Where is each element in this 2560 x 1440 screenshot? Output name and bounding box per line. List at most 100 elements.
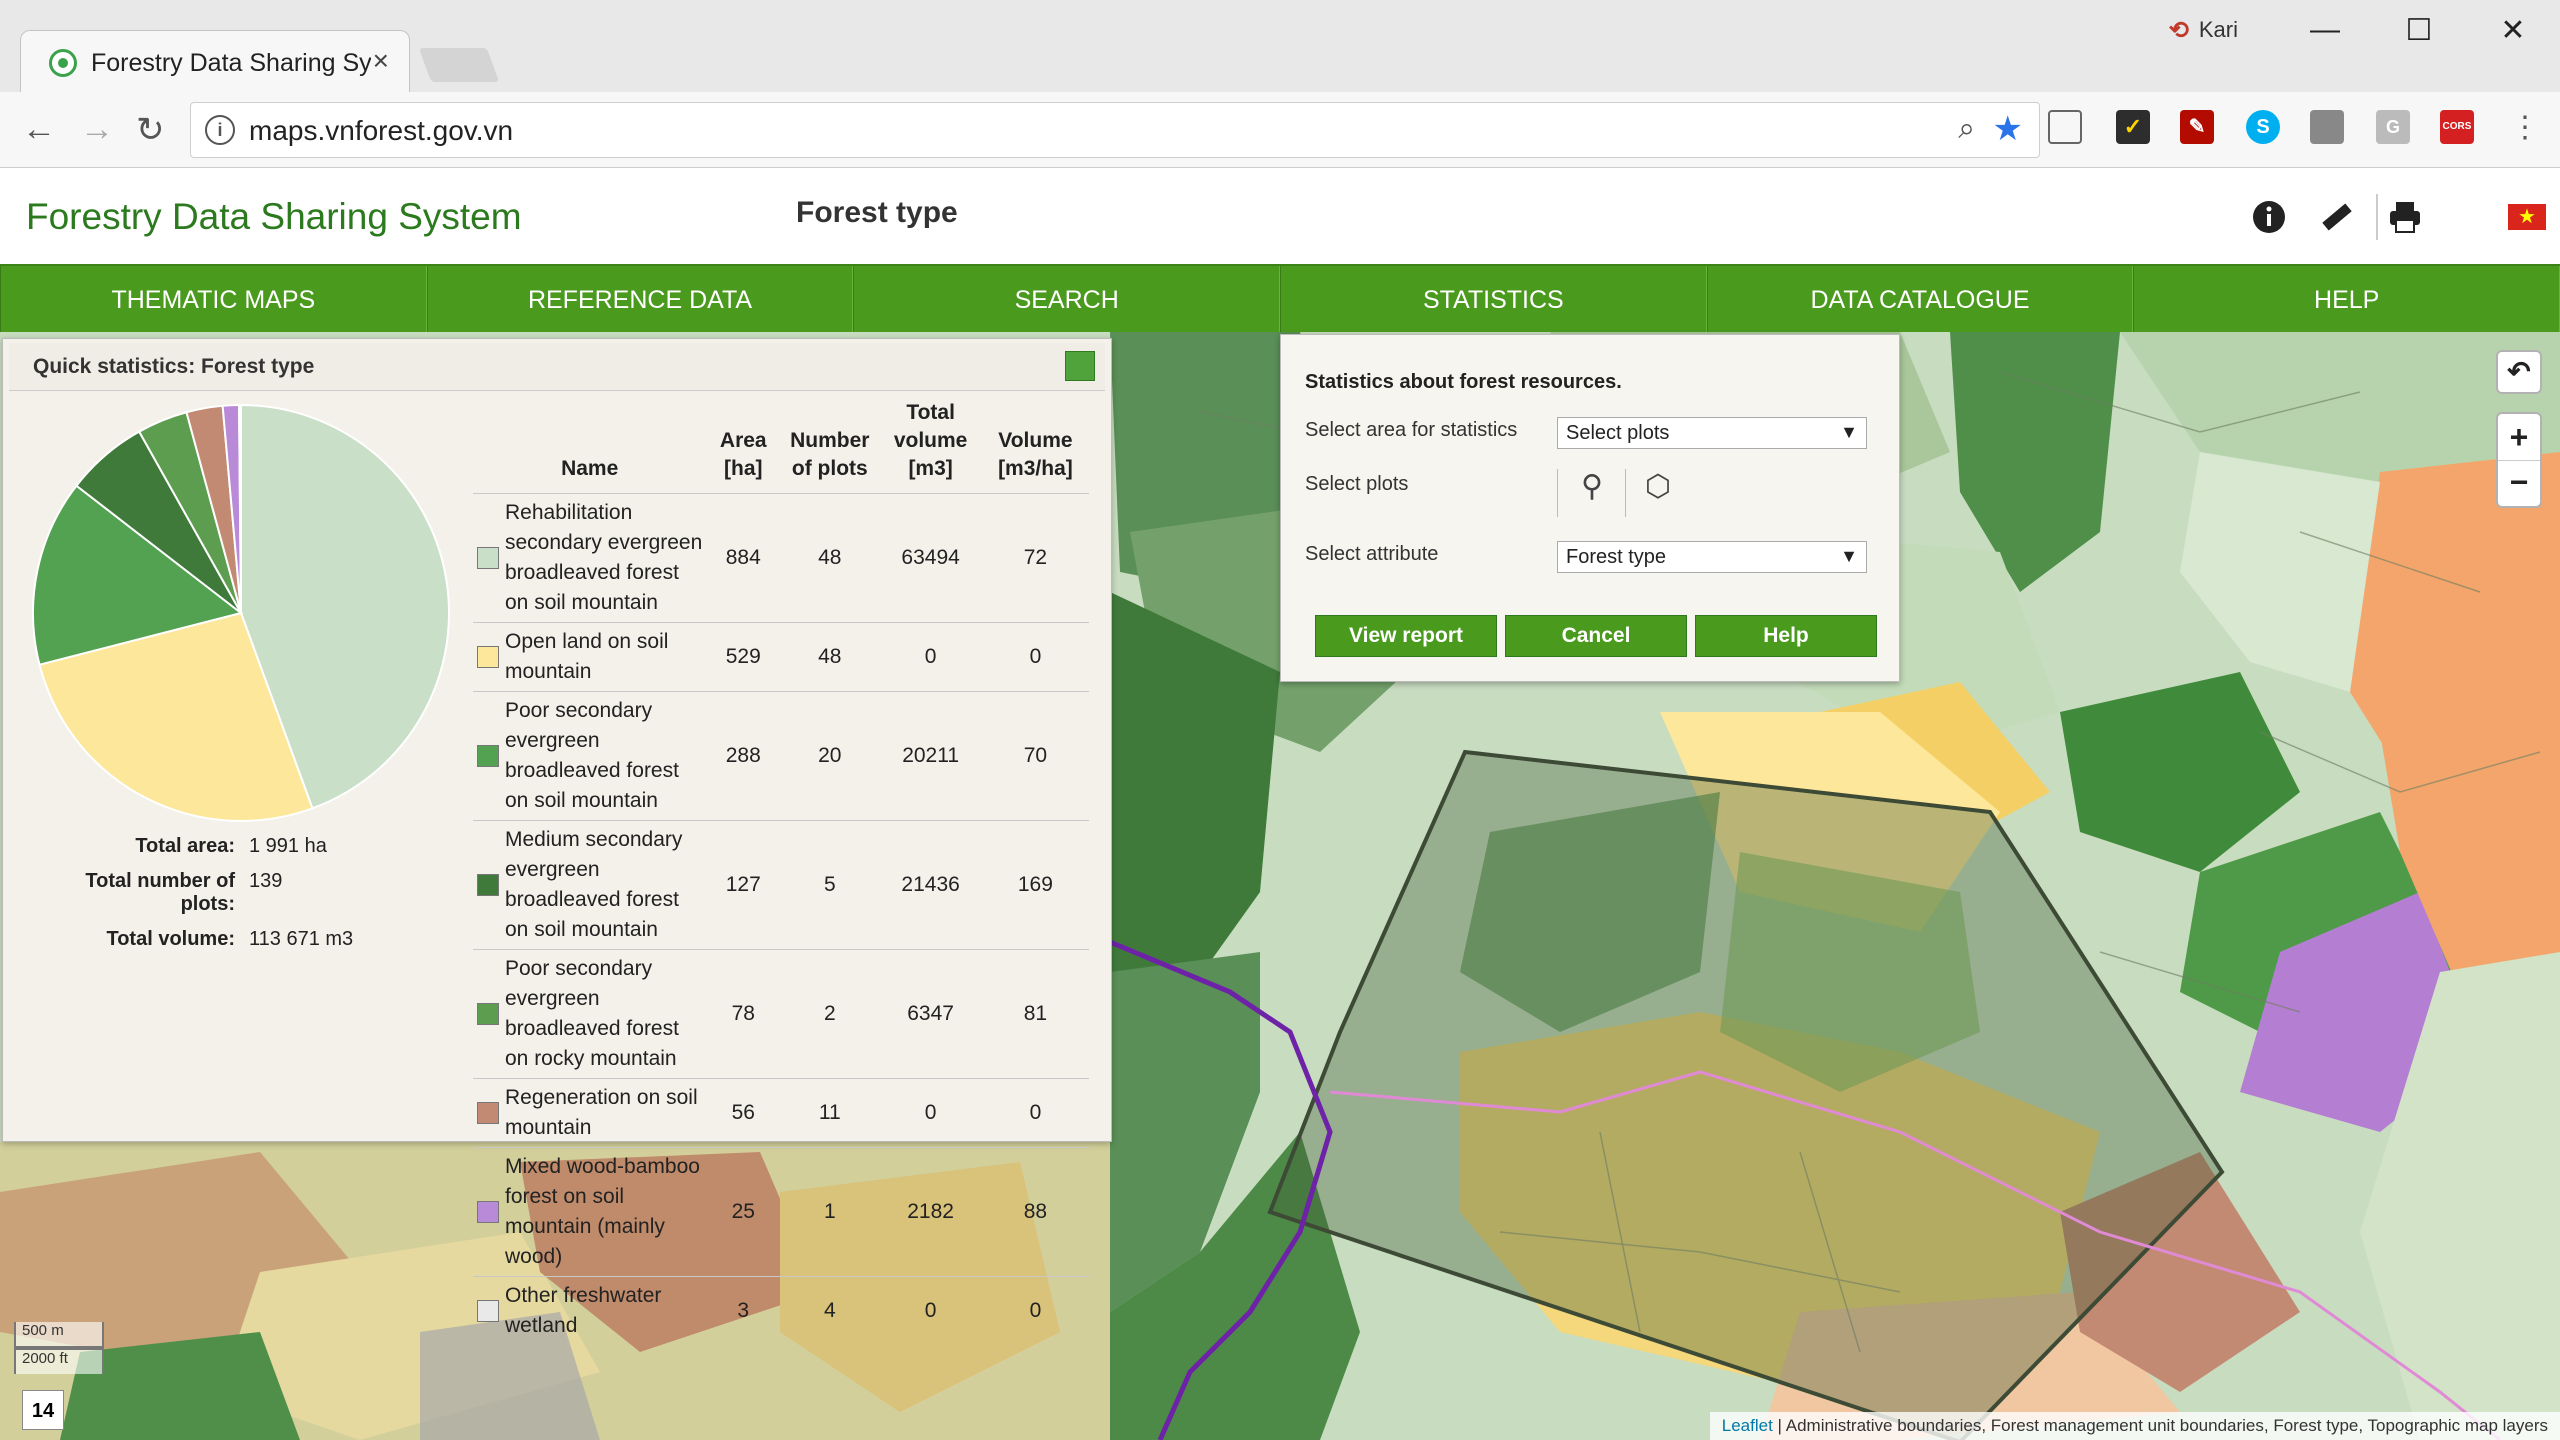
ext-icon[interactable] (2310, 110, 2344, 144)
row-volume-ha: 72 (981, 493, 1089, 623)
app-header: Forestry Data Sharing System Forest type… (0, 168, 2560, 264)
forward-icon[interactable]: → (80, 110, 114, 149)
pdf-icon[interactable]: ✎ (2180, 110, 2214, 144)
row-name-text: Poor secondary evergreen broadleaved for… (505, 957, 679, 1070)
minimize-button[interactable]: — (2278, 13, 2372, 47)
row-name: Medium secondary evergreen broadleaved f… (473, 820, 707, 950)
table-row[interactable]: Open land on soil mountain 529 48 0 0 (473, 622, 1089, 692)
legend-swatch (477, 1003, 499, 1025)
row-area: 56 (706, 1078, 781, 1148)
panel-toggle-button[interactable] (1065, 351, 1095, 381)
row-total-volume: 2182 (879, 1147, 982, 1277)
total-area-value: 1 991 ha (249, 835, 327, 857)
row-total-volume: 63494 (879, 493, 982, 623)
total-plots-label: Total number of plots: (85, 870, 235, 915)
point-select-icon[interactable]: ⚲ (1573, 469, 1611, 513)
col-plots: Number of plots (790, 429, 870, 480)
view-report-button[interactable]: View report (1315, 615, 1497, 657)
back-icon[interactable]: ← (22, 110, 56, 149)
row-total-volume: 0 (879, 622, 982, 692)
chevron-down-icon: ▼ (1840, 546, 1858, 566)
browser-tabstrip: Forestry Data Sharing Sys × ⟲ Kari — ☐ ✕ (0, 0, 2560, 92)
attribute-select-value: Forest type (1566, 546, 1667, 568)
info-icon[interactable] (2250, 198, 2288, 236)
map-back-button[interactable]: ↶ (2496, 350, 2542, 394)
totals-summary: Total area: 1 991 ha Total number of plot… (43, 835, 483, 963)
row-volume-ha: 0 (981, 1276, 1089, 1345)
row-name: Regeneration on soil mountain (473, 1078, 707, 1148)
table-row[interactable]: Poor secondary evergreen broadleaved for… (473, 691, 1089, 821)
print-icon[interactable] (2386, 198, 2424, 236)
browser-tab[interactable]: Forestry Data Sharing Sys × (20, 30, 410, 92)
zoom-in-button[interactable]: + (2498, 414, 2540, 461)
table-row[interactable]: Regeneration on soil mountain 56 11 0 0 (473, 1078, 1089, 1148)
col-area: Area [ha] (719, 429, 767, 480)
row-volume-ha: 70 (981, 691, 1089, 821)
menu-data-catalogue[interactable]: DATA CATALOGUE (1706, 266, 2134, 332)
tab-close-icon[interactable]: × (373, 45, 389, 77)
area-select-value: Select plots (1566, 422, 1670, 444)
site-favicon-icon (49, 49, 77, 77)
menu-search[interactable]: SEARCH (853, 266, 1281, 332)
cast-icon[interactable] (2048, 110, 2082, 144)
area-select[interactable]: Select plots ▼ (1557, 417, 1867, 449)
row-volume-ha: 81 (981, 949, 1089, 1079)
ruler-icon[interactable] (2318, 198, 2356, 236)
cancel-button[interactable]: Cancel (1505, 615, 1687, 657)
total-volume-value: 113 671 m3 (249, 928, 354, 950)
row-volume-ha: 169 (981, 820, 1089, 950)
profile-button[interactable]: ⟲ Kari (2169, 16, 2238, 45)
row-name: Other freshwater wetland (473, 1276, 707, 1345)
reload-icon[interactable]: ↻ (136, 110, 165, 150)
row-total-volume: 20211 (879, 691, 982, 821)
new-tab-button[interactable] (418, 48, 500, 82)
polygon-select-icon[interactable]: ⬡ (1639, 469, 1677, 513)
header-divider (2376, 194, 2378, 240)
zoom-icon[interactable]: ⌕ (1958, 112, 1975, 146)
attribute-select[interactable]: Forest type ▼ (1557, 541, 1867, 573)
language-flag-icon[interactable]: ★ (2508, 204, 2546, 230)
row-name-text: Poor secondary evergreen broadleaved for… (505, 699, 679, 812)
table-row[interactable]: Mixed wood-bamboo forest on soil mountai… (473, 1147, 1089, 1277)
bookmark-star-icon[interactable]: ★ (1993, 109, 2023, 149)
row-plots: 4 (780, 1276, 880, 1345)
row-total-volume: 6347 (879, 949, 982, 1079)
menu-statistics[interactable]: STATISTICS (1280, 266, 1707, 332)
row-area: 78 (706, 949, 781, 1079)
table-row[interactable]: Other freshwater wetland 3 4 0 0 (473, 1276, 1089, 1345)
site-info-icon[interactable]: i (205, 115, 235, 145)
table-row[interactable]: Poor secondary evergreen broadleaved for… (473, 949, 1089, 1079)
help-button[interactable]: Help (1695, 615, 1877, 657)
menu-thematic-maps[interactable]: THEMATIC MAPS (0, 266, 427, 332)
dialog-heading: Statistics about forest resources. (1305, 371, 1622, 393)
col-total-volume: Total volume [m3] (893, 401, 968, 480)
check-icon[interactable]: ✓ (2116, 110, 2150, 144)
scale-metric: 500 m (14, 1322, 104, 1348)
row-name: Rehabilitation secondary evergreen broad… (473, 493, 707, 623)
table-row[interactable]: Rehabilitation secondary evergreen broad… (473, 493, 1089, 623)
app-title[interactable]: Forestry Data Sharing System (26, 196, 522, 238)
g-icon[interactable]: G (2376, 110, 2410, 144)
close-window-button[interactable]: ✕ (2466, 13, 2560, 48)
quick-statistics-panel: Quick statistics: Forest type Total area… (2, 338, 1112, 1345)
row-volume-ha: 88 (981, 1147, 1089, 1277)
cors-icon[interactable]: CORS (2440, 110, 2474, 144)
menu-reference-data[interactable]: REFERENCE DATA (426, 266, 854, 332)
row-area: 529 (706, 622, 781, 692)
row-name-text: Regeneration on soil mountain (505, 1086, 698, 1139)
panel-header: Quick statistics: Forest type (9, 343, 1105, 391)
maximize-button[interactable]: ☐ (2372, 13, 2466, 48)
map-attribution: Leaflet | Administrative boundaries, For… (1709, 1412, 2560, 1440)
row-name-text: Mixed wood-bamboo forest on soil mountai… (505, 1155, 700, 1268)
skype-icon[interactable]: S (2246, 110, 2280, 144)
total-area-row: Total area: 1 991 ha (43, 835, 483, 858)
menu-help[interactable]: HELP (2133, 266, 2560, 332)
total-area-label: Total area: (135, 835, 235, 857)
total-volume-row: Total volume: 113 671 m3 (43, 928, 483, 951)
table-row[interactable]: Medium secondary evergreen broadleaved f… (473, 820, 1089, 950)
row-area: 288 (706, 691, 781, 821)
zoom-out-button[interactable]: − (2498, 461, 2540, 506)
leaflet-link[interactable]: Leaflet (1722, 1416, 1773, 1435)
browser-menu-icon[interactable]: ⋮ (2510, 110, 2540, 145)
address-bar[interactable]: i maps.vnforest.gov.vn ⌕ ★ (190, 102, 2040, 158)
